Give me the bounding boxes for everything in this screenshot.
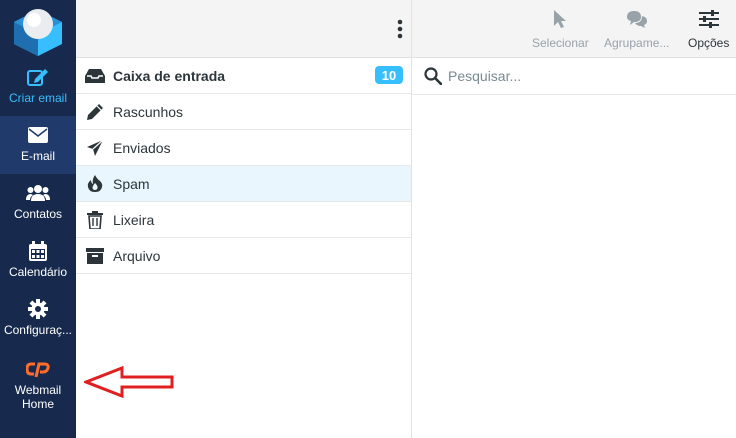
sidebar: Criar email E-mail Contatos Calendário C…: [0, 0, 76, 438]
nav-webmail-home[interactable]: Webmail Home: [0, 350, 76, 420]
calendar-icon: [29, 240, 47, 262]
options-label: Opções: [688, 36, 730, 50]
compose-icon: [27, 66, 49, 88]
nav-settings[interactable]: Configuraç...: [0, 290, 76, 348]
folder-inbox-label: Caixa de entrada: [113, 67, 226, 84]
folder-drafts[interactable]: Rascunhos: [76, 94, 411, 130]
select-label: Selecionar: [532, 36, 589, 50]
archive-box-icon: [85, 246, 105, 266]
nav-compose-label: Criar email: [8, 91, 67, 105]
nav-compose[interactable]: Criar email: [0, 58, 76, 116]
folder-inbox[interactable]: Caixa de entrada 10: [76, 58, 411, 94]
paper-plane-icon: [85, 138, 105, 158]
unread-count-badge: 10: [375, 66, 403, 84]
message-list-toolbar: Selecionar Agrupame... Opções: [412, 0, 736, 58]
folder-drafts-label: Rascunhos: [113, 103, 184, 120]
sliders-icon: [698, 8, 719, 30]
roundcube-logo-icon[interactable]: [10, 4, 66, 56]
nav-mail[interactable]: E-mail: [0, 116, 76, 174]
gear-icon: [28, 298, 48, 320]
nav-webmail-label-line1: Webmail: [14, 383, 62, 397]
folder-trash-label: Lixeira: [113, 211, 155, 228]
users-icon: [26, 182, 50, 204]
search-bar: [412, 58, 736, 95]
search-input[interactable]: [448, 68, 728, 84]
select-button[interactable]: Selecionar: [532, 8, 589, 52]
folder-archive[interactable]: Arquivo: [76, 238, 411, 274]
comments-icon: [626, 8, 648, 30]
trash-icon: [85, 210, 105, 230]
folder-trash[interactable]: Lixeira: [76, 202, 411, 238]
search-icon[interactable]: [424, 67, 442, 85]
nav-calendar-label: Calendário: [8, 265, 68, 279]
nav-calendar[interactable]: Calendário: [0, 232, 76, 290]
nav-contacts[interactable]: Contatos: [0, 174, 76, 232]
options-button[interactable]: Opções: [688, 8, 729, 52]
fire-icon: [85, 174, 105, 194]
annotation-arrow-icon: [84, 366, 174, 398]
cpanel-icon: [26, 358, 50, 380]
cursor-icon: [553, 8, 567, 30]
nav-mail-label: E-mail: [20, 149, 55, 163]
folder-spam[interactable]: Spam: [76, 166, 411, 202]
nav-webmail-label-line2: Home: [21, 397, 54, 411]
more-vertical-icon[interactable]: [397, 19, 403, 39]
folder-archive-label: Arquivo: [113, 247, 161, 264]
nav-contacts-label: Contatos: [13, 207, 63, 221]
pencil-icon: [85, 102, 105, 122]
folder-panel-header: [76, 0, 412, 58]
envelope-icon: [28, 124, 48, 146]
folder-sent[interactable]: Enviados: [76, 130, 411, 166]
folder-spam-label: Spam: [113, 175, 150, 192]
inbox-icon: [85, 66, 105, 86]
nav-settings-label: Configuraç...: [3, 323, 73, 337]
threads-button[interactable]: Agrupame...: [604, 8, 669, 52]
threads-label: Agrupame...: [604, 36, 670, 50]
folder-sent-label: Enviados: [113, 139, 171, 156]
